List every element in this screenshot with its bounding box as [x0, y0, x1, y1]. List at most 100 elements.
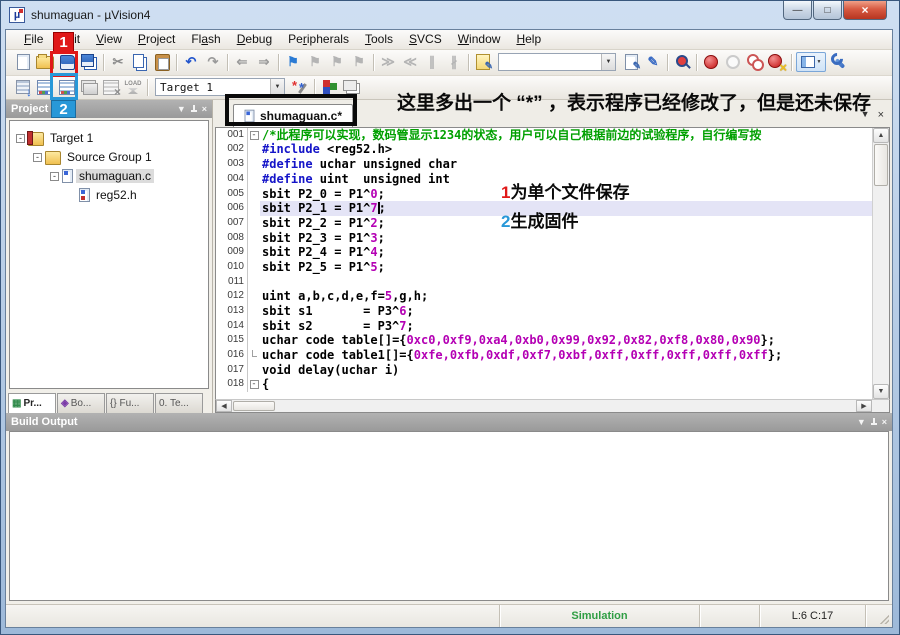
fold-collapse-icon[interactable]: - [250, 131, 259, 140]
find-icon[interactable] [672, 52, 692, 72]
breakpoint-disable-all-icon[interactable] [745, 52, 765, 72]
panel-tab-te[interactable]: 0. Te... [155, 393, 203, 413]
translate-icon[interactable] [13, 77, 33, 97]
scrollbar-thumb[interactable] [874, 144, 888, 186]
fold-margin [248, 275, 260, 290]
code-line-017[interactable]: 017void delay(uchar i) [216, 363, 872, 378]
code-line-010[interactable]: 010sbit P2_5 = P1^5; [216, 260, 872, 275]
breakpoint-insert-icon[interactable] [701, 52, 721, 72]
close-button[interactable]: × [843, 1, 887, 20]
scroll-down-icon[interactable]: ▼ [873, 384, 889, 399]
indent-icon[interactable]: ≫ [378, 52, 398, 72]
scroll-up-icon[interactable]: ▲ [873, 128, 889, 143]
code-line-008[interactable]: 008sbit P2_3 = P1^3; [216, 231, 872, 246]
paste-icon[interactable] [152, 52, 172, 72]
code-line-003[interactable]: 003#define uchar unsigned char [216, 157, 872, 172]
fold-collapse-icon[interactable]: - [250, 380, 259, 389]
find-in-files-icon[interactable] [621, 52, 641, 72]
code-editor[interactable]: 001-/*此程序可以实现，数码管显示1234的状态，用户可以自己根据前边的试验… [216, 128, 872, 399]
close-icon[interactable]: × [202, 104, 207, 114]
code-line-009[interactable]: 009sbit P2_4 = P1^4; [216, 245, 872, 260]
expander-icon[interactable]: - [33, 153, 42, 162]
save-all-icon[interactable] [79, 52, 99, 72]
fold-margin [248, 201, 260, 216]
panel-tab-fu[interactable]: {} Fu... [106, 393, 154, 413]
panel-tab-pr[interactable]: ▦Pr... [8, 393, 56, 413]
resize-grip[interactable] [866, 605, 892, 627]
cut-icon[interactable]: ✂ [108, 52, 128, 72]
menu-tools[interactable]: Tools [357, 30, 401, 48]
uvision-window: µ shumaguan - µVision4 — □ × FileEditVie… [0, 0, 900, 635]
minimize-button[interactable]: — [783, 1, 812, 20]
panel-menu-icon[interactable]: ▼ [857, 417, 866, 427]
close-icon[interactable]: × [878, 109, 884, 121]
expander-icon[interactable]: - [16, 134, 25, 143]
title-bar[interactable]: µ shumaguan - µVision4 [1, 1, 899, 29]
code-line-012[interactable]: 012uint a,b,c,d,e,f=5,g,h; [216, 289, 872, 304]
new-file-icon[interactable] [13, 52, 33, 72]
bookmark-next-icon[interactable]: ⚑ [327, 52, 347, 72]
undo-icon[interactable]: ↶ [181, 52, 201, 72]
code-line-014[interactable]: 014sbit s2 = P3^7; [216, 319, 872, 334]
scroll-left-icon[interactable]: ◀ [216, 400, 232, 412]
copy-icon[interactable] [130, 52, 150, 72]
tree-item-reg52-h[interactable]: reg52.h [10, 186, 208, 205]
breakpoint-enable-icon[interactable] [723, 52, 743, 72]
chevron-down-icon[interactable]: ▼ [601, 54, 615, 70]
code-line-013[interactable]: 013sbit s1 = P3^6; [216, 304, 872, 319]
redo-icon[interactable]: ↷ [203, 52, 223, 72]
line-number: 013 [216, 304, 248, 319]
bookmark-clear-icon[interactable]: ⚑ [349, 52, 369, 72]
menu-project[interactable]: Project [130, 30, 183, 48]
outdent-icon[interactable]: ≪ [400, 52, 420, 72]
menu-svcs[interactable]: SVCS [401, 30, 450, 48]
menu-window[interactable]: Window [450, 30, 509, 48]
pin-icon[interactable] [870, 418, 878, 426]
code-line-015[interactable]: 015uchar code table[]={0xc0,0xf9,0xa4,0x… [216, 333, 872, 348]
code-line-018[interactable]: 018-{ [216, 377, 872, 392]
panel-tab-bo[interactable]: ◈Bo... [57, 393, 105, 413]
breakpoint-kill-all-icon[interactable] [767, 52, 787, 72]
tree-item-target-1[interactable]: -Target 1 [10, 129, 208, 148]
expander-icon[interactable]: - [50, 172, 59, 181]
tree-item-source-group-1[interactable]: -Source Group 1 [10, 148, 208, 167]
stop-build-icon[interactable] [101, 77, 121, 97]
comment-icon[interactable]: ∥ [422, 52, 442, 72]
code-line-001[interactable]: 001-/*此程序可以实现，数码管显示1234的状态，用户可以自己根据前边的试验… [216, 128, 872, 143]
incremental-find-icon[interactable]: ✎ [643, 52, 663, 72]
close-icon[interactable]: × [882, 417, 887, 427]
pin-icon[interactable] [190, 105, 198, 113]
configure-wrench-icon[interactable] [828, 52, 848, 72]
menu-view[interactable]: View [88, 30, 130, 48]
uncomment-icon[interactable]: ∦ [444, 52, 464, 72]
scrollbar-thumb[interactable] [233, 401, 275, 411]
menu-debug[interactable]: Debug [229, 30, 280, 48]
nav-forward-icon[interactable]: ⇒ [254, 52, 274, 72]
toolbar-separator [147, 79, 148, 96]
menu-help[interactable]: Help [508, 30, 549, 48]
bookmark-prev-icon[interactable]: ⚑ [305, 52, 325, 72]
menu-file[interactable]: File [16, 30, 51, 48]
chevron-down-icon[interactable]: ▼ [270, 79, 284, 95]
vertical-scrollbar[interactable]: ▲ ▼ [872, 128, 889, 399]
debug-windows-button[interactable] [796, 52, 826, 72]
menu-flash[interactable]: Flash [183, 30, 228, 48]
scroll-right-icon[interactable]: ▶ [856, 400, 872, 412]
tree-item-shumaguan-c[interactable]: -shumaguan.c [10, 167, 208, 186]
code-line-016[interactable]: 016uchar code table1[]={0xfe,0xfb,0xdf,0… [216, 348, 872, 363]
batch-build-icon[interactable] [79, 77, 99, 97]
bookmark-toggle-icon[interactable]: ⚑ [283, 52, 303, 72]
find-combobox[interactable]: ▼ [498, 53, 616, 71]
code-line-002[interactable]: 002#include <reg52.h> [216, 142, 872, 157]
build-output-content[interactable] [9, 431, 889, 601]
project-tree[interactable]: -Target 1-Source Group 1-shumaguan.creg5… [9, 120, 209, 389]
fold-margin [248, 245, 260, 260]
horizontal-scrollbar[interactable]: ◀ ▶ [215, 399, 890, 413]
code-line-011[interactable]: 011 [216, 275, 872, 290]
edit-note-icon[interactable] [473, 52, 493, 72]
menu-peripherals[interactable]: Peripherals [280, 30, 357, 48]
nav-back-icon[interactable]: ⇐ [232, 52, 252, 72]
panel-menu-icon[interactable]: ▼ [177, 104, 186, 114]
download-icon[interactable] [123, 77, 143, 97]
maximize-button[interactable]: □ [813, 1, 842, 20]
